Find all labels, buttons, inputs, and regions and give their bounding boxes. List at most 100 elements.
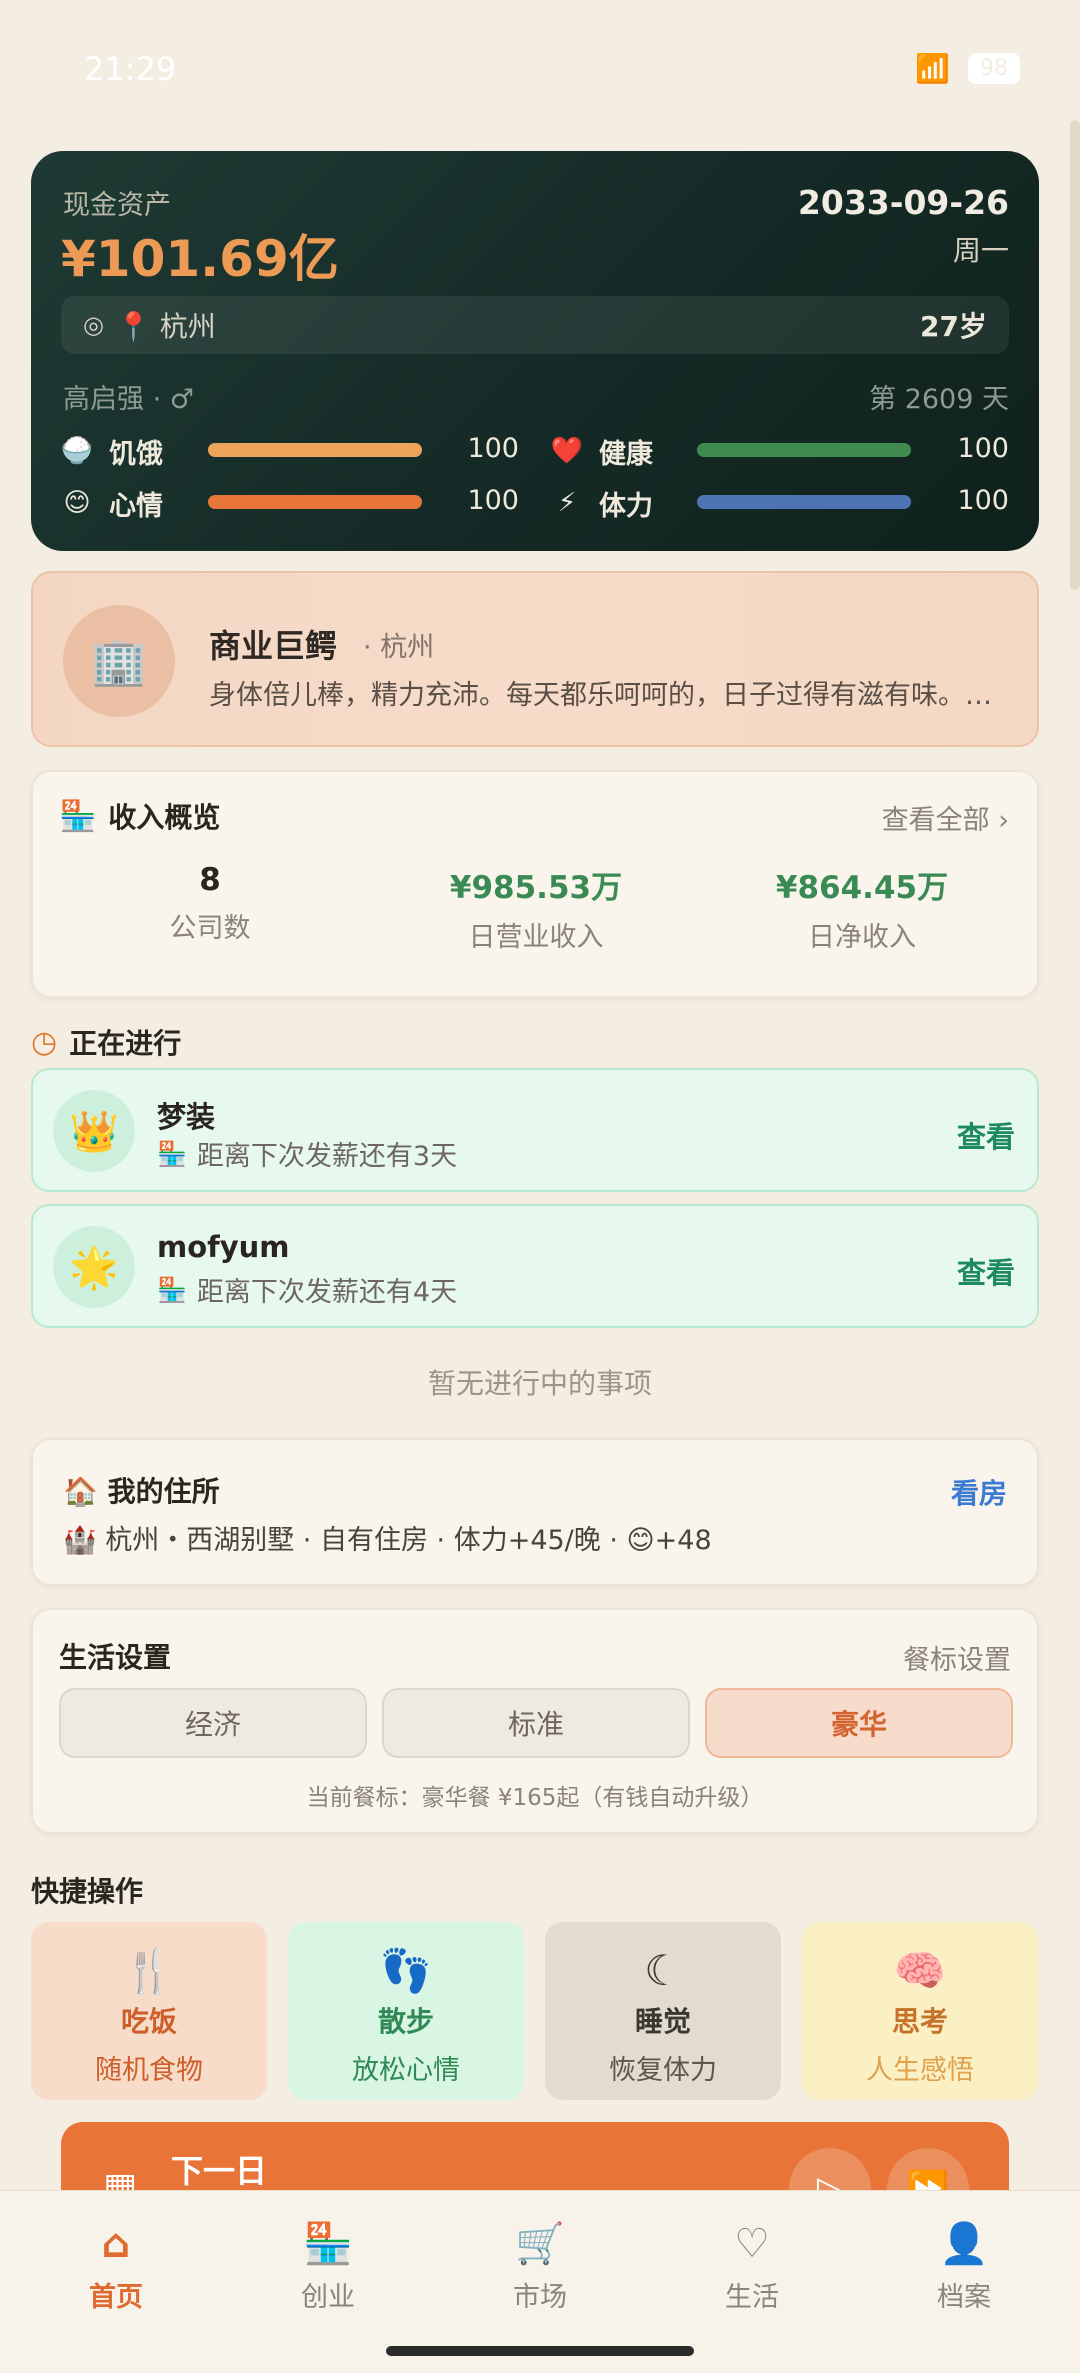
stat-bar-mood	[208, 495, 422, 509]
home-icon: ⌂	[101, 2221, 131, 2267]
quick-eat-button[interactable]: 🍴 吃饭 随机食物	[31, 1922, 267, 2100]
quick-sleep-button[interactable]: ☾ 睡觉 恢复体力	[545, 1922, 781, 2100]
view-house-button[interactable]: 看房	[951, 1472, 1007, 1512]
stat-value: 100	[957, 485, 1009, 516]
stat-health: ❤️ 健康	[549, 431, 659, 471]
crown-icon: 👑	[53, 1090, 135, 1172]
life-settings-card: 生活设置 餐标设置 经济 标准 豪华 当前餐标：豪华餐 ¥165起（有钱自动升级…	[31, 1608, 1039, 1834]
building-icon: 🏢	[63, 605, 175, 717]
stat-value: 8	[199, 862, 221, 898]
home-indicator[interactable]	[386, 2346, 694, 2356]
location-row: ◎ 📍 杭州 27岁	[61, 296, 1009, 354]
stat-label: 饥饿	[109, 438, 163, 470]
clock-icon: ◷	[31, 1024, 58, 1060]
quick-title: 吃饭	[120, 2005, 177, 2038]
tab-life[interactable]: ♡ 生活	[646, 2219, 858, 2314]
quick-sub: 恢复体力	[609, 2055, 717, 2086]
store-icon: 🏪	[157, 1275, 187, 1304]
stat-mood: 😊 心情	[59, 483, 169, 523]
tab-market[interactable]: 🛒 市场	[434, 2219, 646, 2314]
stat-value: ¥864.45万	[775, 870, 949, 906]
title-name: 商业巨鳄	[209, 627, 338, 665]
stat-label: 健康	[599, 438, 653, 470]
job-item[interactable]: 🌟 mofyum 🏪 距离下次发薪还有4天 查看	[31, 1204, 1039, 1328]
tab-profile[interactable]: 👤 档案	[858, 2219, 1070, 2314]
meal-settings-link[interactable]: 餐标设置	[903, 1638, 1011, 1677]
user-icon: 👤	[939, 2221, 989, 2267]
scrollbar[interactable]	[1070, 120, 1080, 590]
stat-label: 体力	[599, 490, 653, 522]
stat-value: 100	[467, 485, 519, 516]
view-all-link[interactable]: 查看全部 ›	[882, 798, 1009, 837]
income-title: 收入概览	[108, 801, 221, 834]
player-status-card: 现金资产 ¥101.69亿 2033-09-26 周一 ◎ 📍 杭州 27岁 高…	[31, 151, 1039, 551]
quick-walk-button[interactable]: 👣 散步 放松心情	[288, 1922, 524, 2100]
ongoing-title: 正在进行	[69, 1027, 182, 1060]
cart-icon: 🛒	[515, 2221, 565, 2267]
stat-value: 100	[957, 433, 1009, 464]
residence-card: 🏠 我的住所 看房 🏰 杭州・西湖别墅 · 自有住房 · 体力+45/晚 · 😊…	[31, 1438, 1039, 1586]
quick-actions-title: 快捷操作	[31, 1875, 144, 1908]
stat-bar-health	[697, 443, 911, 457]
stat-value: ¥985.53万	[449, 870, 623, 906]
cash-value: ¥101.69亿	[61, 230, 339, 288]
residence-title: 🏠 我的住所	[63, 1475, 220, 1508]
quick-sub: 随机食物	[95, 2055, 203, 2086]
tab-home[interactable]: ⌂ 首页	[10, 2219, 222, 2314]
battery-icon: 98	[968, 53, 1020, 84]
tab-label: 生活	[725, 2282, 779, 2313]
view-button[interactable]: 查看	[957, 1114, 1015, 1156]
tab-label: 创业	[301, 2282, 355, 2313]
stat-label: 日营业收入	[468, 922, 604, 953]
stat-daily-net: ¥864.45万 日净收入	[712, 862, 1012, 954]
quick-sub: 人生感悟	[866, 2055, 974, 2086]
job-name: 梦装	[157, 1100, 216, 1134]
status-bar: 21:29 📶 98	[0, 0, 1080, 140]
meal-option-luxury[interactable]: 豪华	[705, 1688, 1013, 1758]
stat-label: 日净收入	[808, 922, 916, 953]
stat-company-count: 8 公司数	[60, 862, 360, 945]
title-description: 身体倍儿棒，精力充沛。每天都乐呵呵的，日子过得有滋有味。…	[209, 680, 992, 711]
lightning-icon: ⚡	[557, 488, 577, 518]
moon-icon: ☾	[644, 1946, 682, 1995]
meal-option-standard[interactable]: 标准	[382, 1688, 690, 1758]
store-icon: 🏪	[59, 798, 97, 834]
quick-think-button[interactable]: 🧠 思考 人生感悟	[802, 1922, 1038, 2100]
job-item[interactable]: 👑 梦装 🏪 距离下次发薪还有3天 查看	[31, 1068, 1039, 1192]
age: 27岁	[920, 310, 987, 343]
tab-business[interactable]: 🏪 创业	[222, 2219, 434, 2314]
store-icon: 🏪	[157, 1139, 187, 1168]
star-icon: 🌟	[53, 1226, 135, 1308]
life-settings-title: 生活设置	[59, 1641, 172, 1674]
location-pin-icon: ◎	[83, 311, 104, 339]
stat-label: 公司数	[169, 913, 251, 944]
wifi-icon: 📶	[915, 52, 950, 85]
tab-label: 档案	[937, 2282, 991, 2313]
quick-sub: 放松心情	[352, 2055, 460, 2086]
ongoing-section-title: ◷ 正在进行	[31, 1022, 181, 1062]
footprints-icon: 👣	[379, 1946, 433, 1995]
stat-daily-revenue: ¥985.53万 日营业收入	[386, 862, 686, 954]
heart-icon: ❤️	[550, 436, 584, 466]
income-overview-card: 🏪 收入概览 查看全部 › 8 公司数 ¥985.53万 日营业收入 ¥864.…	[31, 770, 1039, 998]
quick-title: 散步	[377, 2005, 434, 2038]
meal-option-economy[interactable]: 经济	[59, 1688, 367, 1758]
smile-icon: 😊	[63, 488, 91, 518]
heart-icon: ♡	[734, 2221, 770, 2267]
weekday: 周一	[952, 234, 1009, 267]
quick-title: 思考	[891, 2005, 948, 2038]
tab-label: 首页	[89, 2282, 143, 2313]
meal-note: 当前餐标：豪华餐 ¥165起（有钱自动升级）	[306, 1785, 764, 1811]
day-count: 第 2609 天	[869, 384, 1009, 415]
title-city: · 杭州	[363, 632, 435, 663]
rice-icon: 🍚	[60, 436, 94, 466]
view-button[interactable]: 查看	[957, 1250, 1015, 1292]
title-card[interactable]: 🏢 商业巨鳄 · 杭州 身体倍儿棒，精力充沛。每天都乐呵呵的，日子过得有滋有味。…	[31, 571, 1039, 747]
store-icon: 🏪	[303, 2221, 353, 2267]
game-date: 2033-09-26	[797, 183, 1009, 222]
player-name: 高启强 · ♂	[63, 384, 194, 415]
stat-label: 心情	[109, 490, 163, 522]
brain-icon: 🧠	[893, 1946, 947, 1995]
location-text: 📍 杭州	[115, 310, 216, 343]
status-time: 21:29	[84, 50, 177, 88]
